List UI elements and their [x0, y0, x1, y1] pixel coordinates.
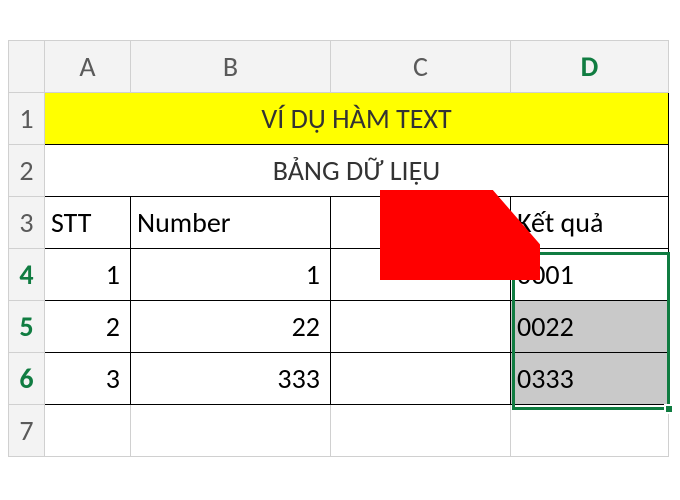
cell-d6[interactable]: 0333: [511, 353, 669, 405]
row-header-6[interactable]: 6: [9, 353, 45, 405]
cell-a4[interactable]: 1: [45, 249, 131, 301]
cell-c3[interactable]: [331, 197, 511, 249]
header-result[interactable]: Kết quả: [511, 197, 669, 249]
title-cell[interactable]: VÍ DỤ HÀM TEXT: [45, 93, 669, 145]
cell-c4[interactable]: [331, 249, 511, 301]
cell-c6[interactable]: [331, 353, 511, 405]
cell-a5[interactable]: 2: [45, 301, 131, 353]
cell-d7[interactable]: [511, 405, 669, 457]
header-number[interactable]: Number: [131, 197, 331, 249]
cell-c7[interactable]: [331, 405, 511, 457]
cell-a7[interactable]: [45, 405, 131, 457]
select-all-corner[interactable]: [9, 41, 45, 93]
row-header-1[interactable]: 1: [9, 93, 45, 145]
spreadsheet-grid[interactable]: A B C D 1 VÍ DỤ HÀM TEXT 2 BẢNG DỮ LIỆU …: [8, 40, 669, 457]
cell-b5[interactable]: 22: [131, 301, 331, 353]
row-header-7[interactable]: 7: [9, 405, 45, 457]
subtitle-cell[interactable]: BẢNG DỮ LIỆU: [45, 145, 669, 197]
column-header-b[interactable]: B: [131, 41, 331, 93]
header-stt[interactable]: STT: [45, 197, 131, 249]
row-header-5[interactable]: 5: [9, 301, 45, 353]
cell-b4[interactable]: 1: [131, 249, 331, 301]
row-header-2[interactable]: 2: [9, 145, 45, 197]
column-header-d[interactable]: D: [511, 41, 669, 93]
row-header-3[interactable]: 3: [9, 197, 45, 249]
cell-c5[interactable]: [331, 301, 511, 353]
cell-b7[interactable]: [131, 405, 331, 457]
cell-b6[interactable]: 333: [131, 353, 331, 405]
cell-d4[interactable]: 0001: [511, 249, 669, 301]
column-header-c[interactable]: C: [331, 41, 511, 93]
row-header-4[interactable]: 4: [9, 249, 45, 301]
cell-d5[interactable]: 0022: [511, 301, 669, 353]
cell-a6[interactable]: 3: [45, 353, 131, 405]
column-header-a[interactable]: A: [45, 41, 131, 93]
